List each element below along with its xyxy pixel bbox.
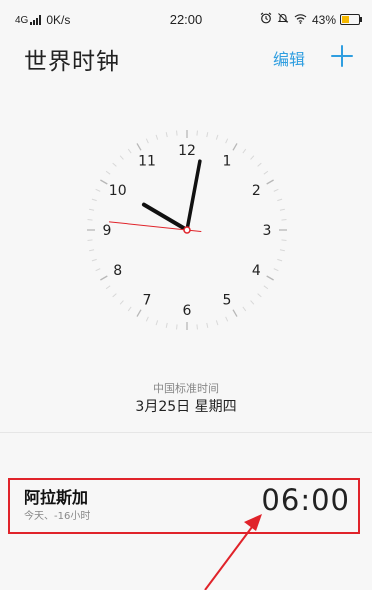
clock-minor-tick [263, 285, 269, 290]
city-name: 阿拉斯加 [24, 488, 89, 507]
clock-minor-tick [279, 249, 285, 252]
city-row-alaska[interactable]: 阿拉斯加 今天、-16小时 06:00 [8, 478, 360, 534]
clock-minor-tick [145, 138, 149, 144]
clock-minor-tick [95, 268, 101, 272]
clock-minor-tick [277, 258, 283, 262]
edit-button[interactable]: 编辑 [273, 46, 305, 70]
clock-minor-tick [95, 188, 101, 192]
clock-numeral: 1 [223, 154, 232, 170]
clock-minor-tick [165, 322, 168, 328]
clock-minor-tick [91, 198, 97, 202]
clock-major-tick [136, 143, 142, 151]
clock-major-tick [100, 179, 108, 185]
clock-numeral: 7 [143, 292, 152, 308]
city-offset: 今天、-16小时 [24, 511, 91, 522]
clock-minor-tick [257, 293, 262, 298]
alarm-icon [260, 12, 272, 27]
clock-major-tick [100, 275, 108, 281]
city-time: 06:00 [261, 483, 350, 517]
clock-minor-tick [155, 320, 159, 326]
status-bar: 4G 0K/s 22:00 43% [0, 0, 372, 40]
clock-minor-tick [105, 285, 111, 290]
clock-major-tick [136, 309, 142, 317]
plus-icon [331, 45, 353, 67]
clock-minor-tick [215, 320, 219, 326]
timezone-date: 3月25日 星期四 [135, 399, 237, 415]
clock-minor-tick [273, 268, 279, 272]
clock-numeral: 3 [263, 223, 272, 239]
clock-minor-tick [176, 130, 178, 136]
clock-major-tick [232, 309, 238, 317]
clock-minor-tick [155, 134, 159, 140]
clock-major-tick [232, 143, 238, 151]
clock-minor-tick [112, 162, 117, 167]
clock-minor-tick [119, 155, 124, 160]
clock-minor-tick [277, 198, 283, 202]
clock-minor-tick [257, 162, 262, 167]
clock-numeral: 5 [223, 292, 232, 308]
wifi-icon [294, 13, 307, 27]
clock-minor-tick [263, 170, 269, 175]
clock-minor-tick [119, 300, 124, 305]
clock-minor-tick [279, 208, 285, 211]
battery-percent: 43% [311, 12, 336, 27]
page-title: 世界时钟 [24, 49, 120, 75]
clock-minor-tick [112, 293, 117, 298]
clock-numeral: 6 [183, 303, 192, 319]
clock-minor-tick [242, 148, 247, 154]
clock-minor-tick [196, 324, 198, 330]
clock-minor-tick [225, 138, 229, 144]
clock-numeral: 12 [178, 143, 196, 159]
clock-minor-tick [105, 170, 111, 175]
clock-minor-tick [242, 306, 247, 312]
clock-numeral: 4 [252, 263, 261, 279]
clock-minor-tick [127, 148, 132, 154]
status-right: 43% [255, 12, 362, 27]
clock-numeral: 10 [109, 183, 127, 199]
clock-face: 121234567891011 [87, 130, 287, 330]
clock-minor-tick [165, 132, 168, 138]
clock-major-tick [266, 275, 274, 281]
battery-icon [340, 14, 362, 25]
clock-minor-tick [87, 239, 93, 241]
clock-minor-tick [225, 316, 229, 322]
clock-minor-tick [215, 134, 219, 140]
divider [0, 432, 372, 433]
clock-minor-tick [273, 188, 279, 192]
clock-minor-tick [281, 219, 287, 221]
clock-minor-tick [281, 239, 287, 241]
clock-minor-tick [206, 322, 209, 328]
clock-minor-tick [87, 219, 93, 221]
clock-numeral: 8 [113, 263, 122, 279]
clock-numeral: 2 [252, 183, 261, 199]
clock-minor-tick [250, 155, 255, 160]
battery-fill [342, 16, 349, 23]
clock-minor-tick [176, 324, 178, 330]
clock-minor-tick [250, 300, 255, 305]
clock-minor-tick [127, 306, 132, 312]
clock-center-pin [183, 226, 191, 234]
minute-hand [185, 159, 202, 232]
battery-tip [360, 17, 362, 22]
clock-minor-tick [145, 316, 149, 322]
clock-numeral: 11 [138, 154, 156, 170]
clock-major-tick [266, 179, 274, 185]
add-button[interactable] [327, 38, 357, 72]
timezone-name: 中国标准时间 [153, 382, 219, 395]
clock-minor-tick [89, 249, 95, 252]
clock-minor-tick [91, 258, 97, 262]
clock-minor-tick [206, 132, 209, 138]
mute-icon [277, 12, 289, 27]
clock-minor-tick [196, 130, 198, 136]
analog-clock: 12 1 2 3 4 5 6 7 8 9 10 11 [87, 130, 287, 330]
clock-numeral: 9 [103, 223, 112, 239]
clock-minor-tick [89, 208, 95, 211]
